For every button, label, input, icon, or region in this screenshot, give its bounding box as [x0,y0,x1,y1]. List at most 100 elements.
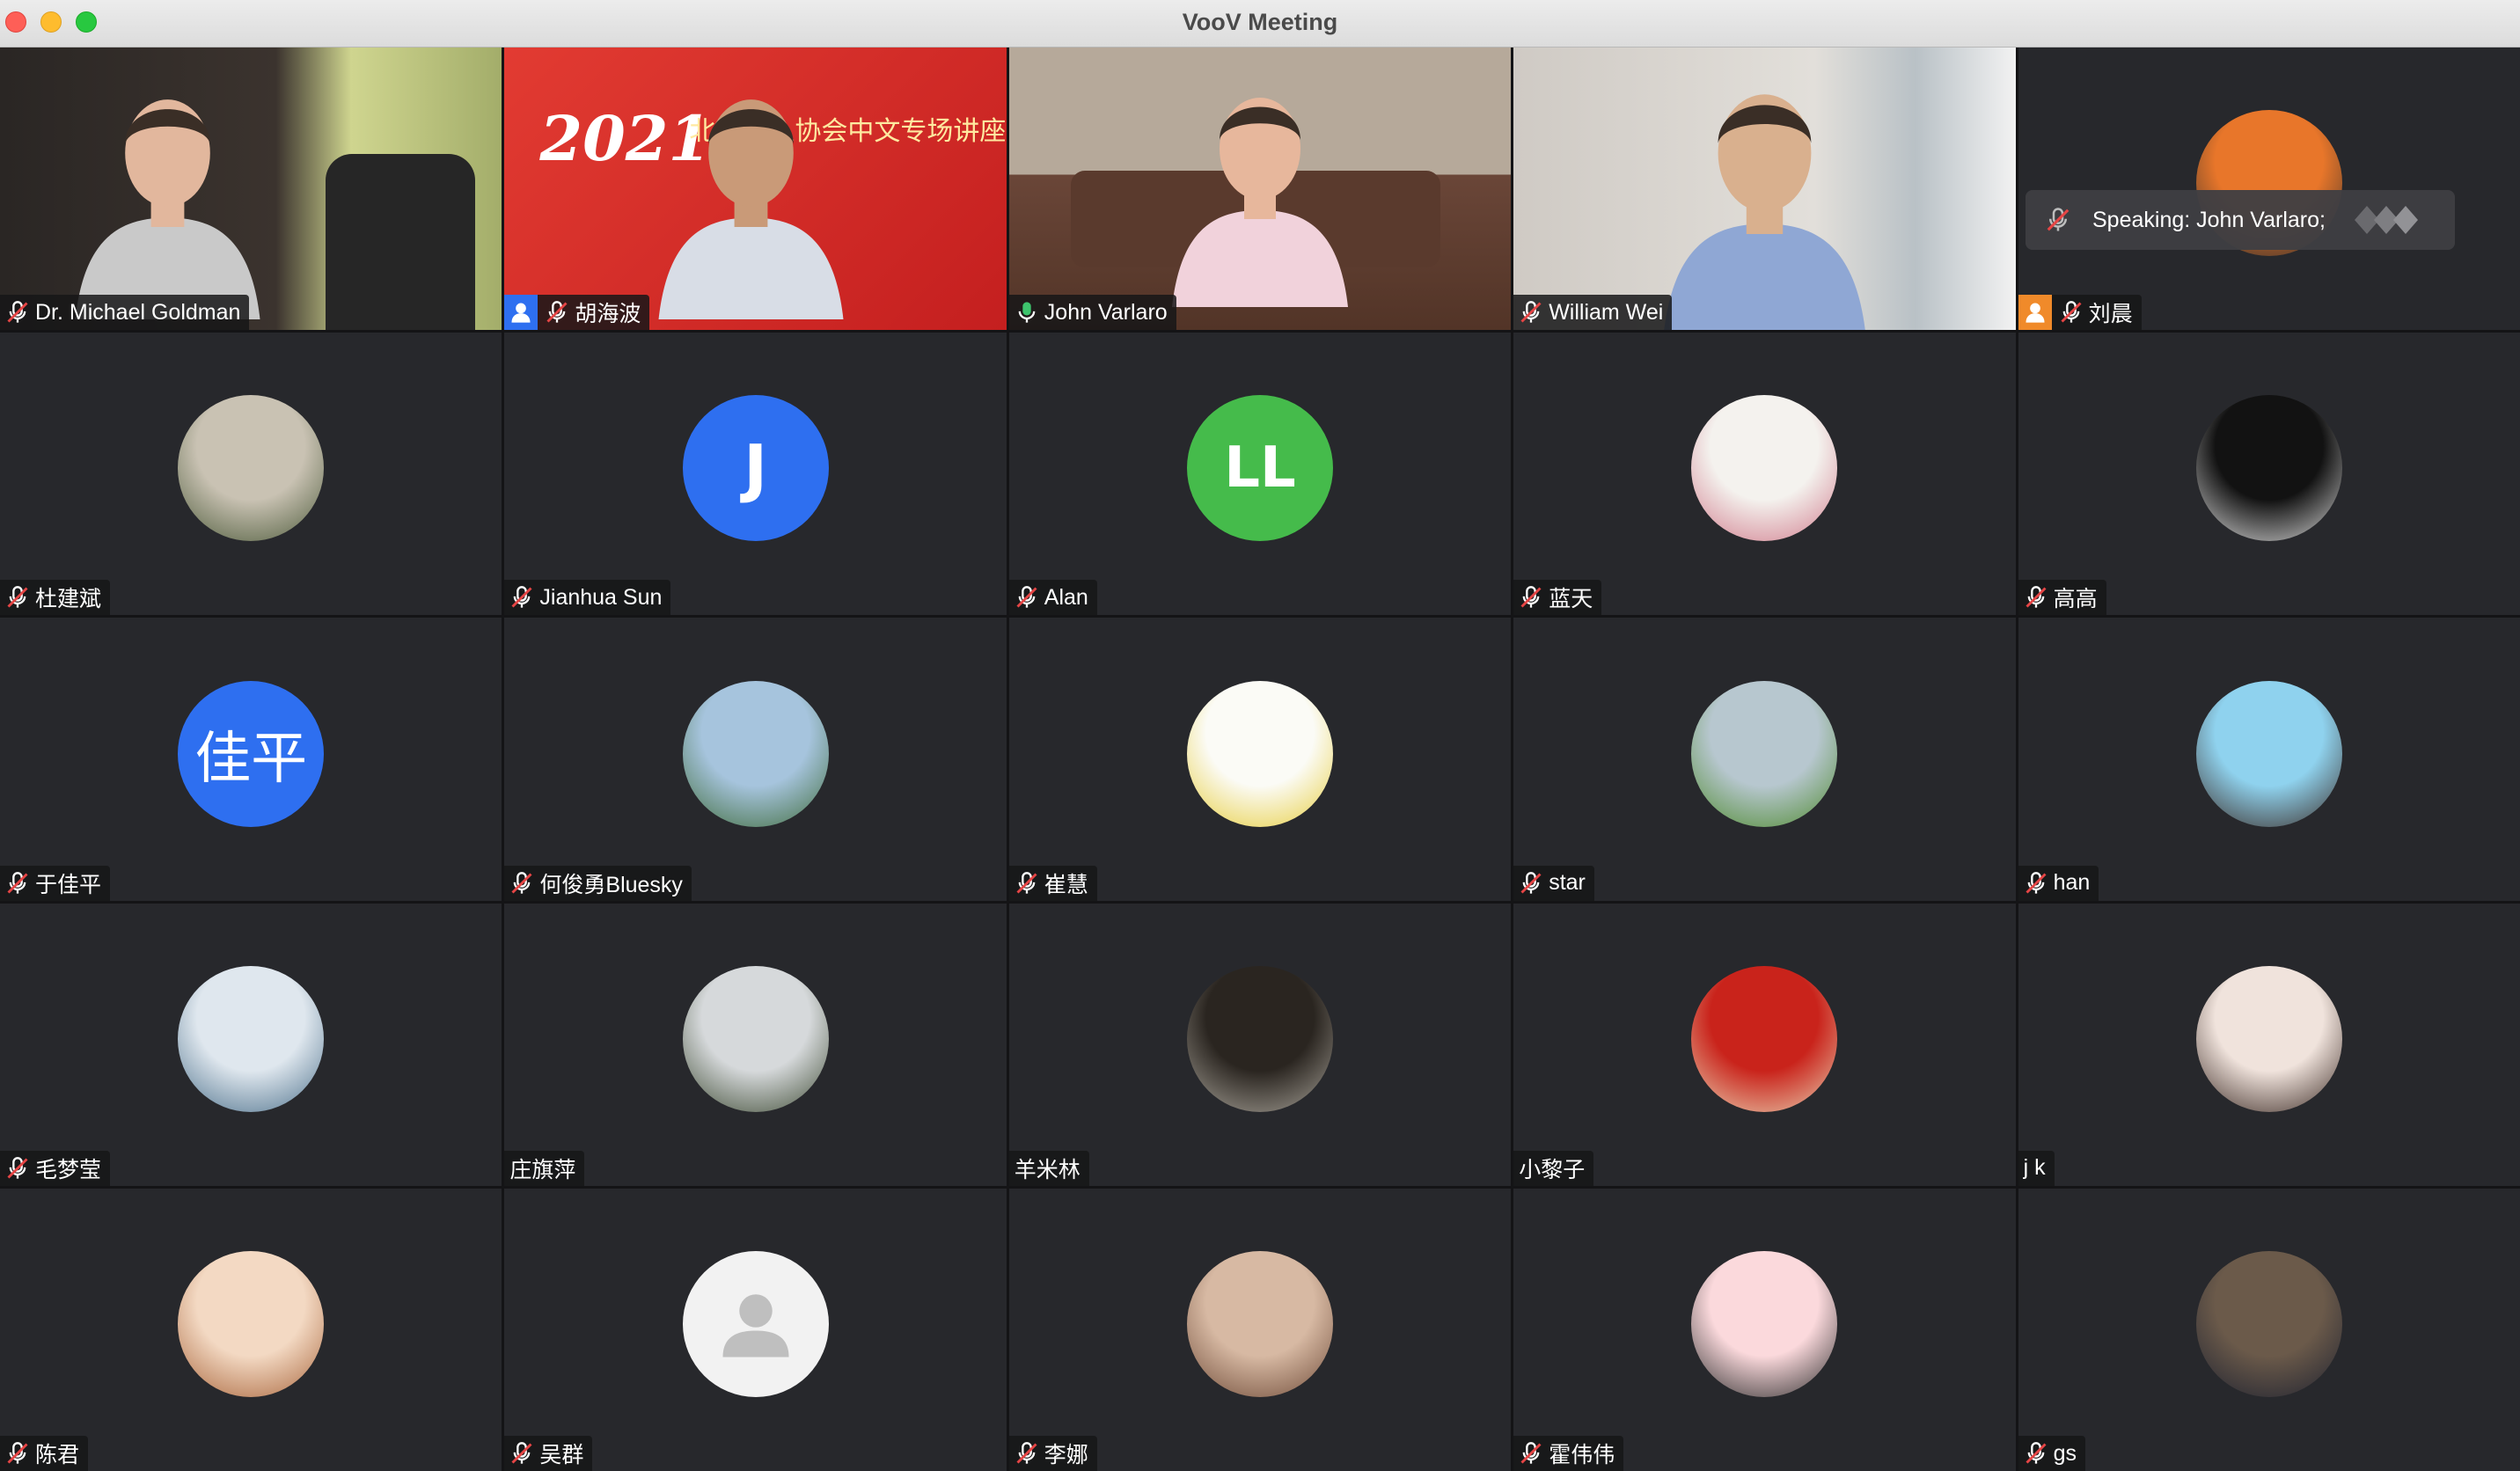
muted-mic-icon [2061,301,2082,323]
muted-mic-icon [1016,871,1037,894]
participant-nametag: star [1513,865,1594,901]
participant-name: 庄旗萍 [509,1157,576,1182]
window-title: VooV Meeting [1182,9,1338,35]
participant-name: 羊米林 [1014,1157,1081,1182]
participant-avatar [1186,680,1333,827]
participant-name: 崔慧 [1044,872,1088,897]
participant-name: 李娜 [1044,1443,1088,1467]
participant-nametag: 小黎子 [1513,1150,1594,1186]
video-feed: 2021 北美华人协会中文专场讲座 [504,48,1007,331]
muted-mic-icon [2026,1442,2047,1464]
video-feed [1008,48,1512,331]
muted-mic-icon [546,301,568,323]
participant-tile[interactable]: 何俊勇Bluesky [504,618,1007,901]
participant-nametag: William Wei [1513,295,1673,331]
participant-name: William Wei [1549,299,1664,325]
participant-nametag: John Varlaro [1008,295,1176,331]
speaking-label: Speaking: John Varlaro; [2092,207,2326,232]
participant-tile[interactable]: 庄旗萍 [504,903,1007,1186]
participant-tile[interactable]: Dr. Michael Goldman [0,48,502,331]
participant-nametag: 陈君 [0,1436,89,1471]
participant-nametag: 毛梦莹 [0,1150,111,1186]
participant-name: j k [2023,1155,2046,1181]
avatar-initials: LL [1224,435,1296,501]
participant-name: 杜建斌 [35,587,102,612]
participant-type-icon [2018,295,2052,331]
muted-mic-icon [1016,1442,1037,1464]
participant-tile[interactable]: 小黎子 [1513,903,2016,1186]
muted-mic-icon [2047,208,2069,231]
participant-tile[interactable]: 毛梦莹 [0,903,502,1186]
participant-nametag: j k [2018,1150,2055,1186]
participant-tile[interactable]: 羊米林 [1008,903,1512,1186]
participant-nametag: 杜建斌 [0,580,111,616]
participant-tile[interactable]: 杜建斌 [0,333,502,616]
participant-name: 毛梦莹 [35,1157,102,1182]
participant-nametag: Jianhua Sun [504,580,671,616]
muted-mic-icon [1520,871,1542,894]
participant-nametag: 霍伟伟 [1513,1436,1624,1471]
participant-tile[interactable]: 李娜 [1008,1188,1512,1471]
participant-tile[interactable]: LL Alan [1008,333,1512,616]
participant-avatar [178,965,325,1112]
participant-avatar [682,680,829,827]
participant-nametag: 庄旗萍 [504,1150,585,1186]
participant-tile[interactable]: gs [2018,1188,2520,1471]
participant-tile[interactable]: star [1513,618,2016,901]
muted-mic-icon [511,1442,532,1464]
participant-tile[interactable]: 蓝天 [1513,333,2016,616]
video-feed [1513,48,2016,331]
muted-mic-icon [1520,1442,1542,1464]
participant-tile[interactable]: J Jianhua Sun [504,333,1007,616]
participant-avatar: LL [1186,395,1333,542]
participant-nametag: 吴群 [504,1436,593,1471]
participant-tile[interactable]: 高高 [2018,333,2520,616]
participant-tile[interactable]: 2021 北美华人协会中文专场讲座 胡海波 [504,48,1007,331]
avatar-initials: J [744,431,767,506]
participant-name: 何俊勇Bluesky [539,872,683,897]
participant-nametag: gs [2018,1436,2085,1471]
participant-avatar [2195,395,2342,542]
participant-name: Dr. Michael Goldman [35,299,241,325]
participant-tile[interactable]: 吴群 [504,1188,1007,1471]
participant-avatar [682,965,829,1112]
participant-avatar [1691,680,1838,827]
participant-nametag: 李娜 [1008,1436,1097,1471]
participant-name: 高高 [2053,587,2098,612]
muted-mic-icon [511,586,532,609]
participant-tile[interactable]: 佳平 于佳平 [0,618,502,901]
participant-tile[interactable]: j k [2018,903,2520,1186]
muted-mic-icon [7,1156,28,1179]
muted-mic-icon [1520,586,1542,609]
participant-nametag: 高高 [2018,580,2106,616]
participant-nametag: 于佳平 [0,865,111,901]
muted-mic-icon [7,1442,28,1464]
muted-mic-icon [2026,586,2047,609]
participant-tile[interactable]: han [2018,618,2520,901]
participant-name: han [2053,870,2091,896]
participant-type-icon [504,295,538,331]
participant-avatar [1691,395,1838,542]
participant-tile[interactable]: 刘晨 [2018,48,2520,331]
participant-avatar [2195,965,2342,1112]
speaking-wave-icon [2355,206,2418,234]
participant-name: 霍伟伟 [1549,1443,1615,1467]
participant-avatar [1186,965,1333,1112]
participant-avatar [1186,1250,1333,1397]
participant-avatar: J [682,395,829,542]
participant-name: 吴群 [539,1443,584,1467]
participant-nametag: 羊米林 [1008,1150,1089,1186]
muted-mic-icon [2026,871,2047,894]
window-titlebar: VooV Meeting [0,0,2520,48]
participant-avatar [178,1250,325,1397]
participant-tile[interactable]: 崔慧 [1008,618,1512,901]
muted-mic-icon [511,871,532,894]
participant-tile[interactable]: 霍伟伟 [1513,1188,2016,1471]
participant-avatar [178,395,325,542]
participant-nametag: 何俊勇Bluesky [504,865,692,901]
participant-name: star [1549,870,1586,896]
participant-tile[interactable]: 陈君 [0,1188,502,1471]
muted-mic-icon [7,301,28,323]
participant-tile[interactable]: John Varlaro [1008,48,1512,331]
participant-tile[interactable]: William Wei [1513,48,2016,331]
